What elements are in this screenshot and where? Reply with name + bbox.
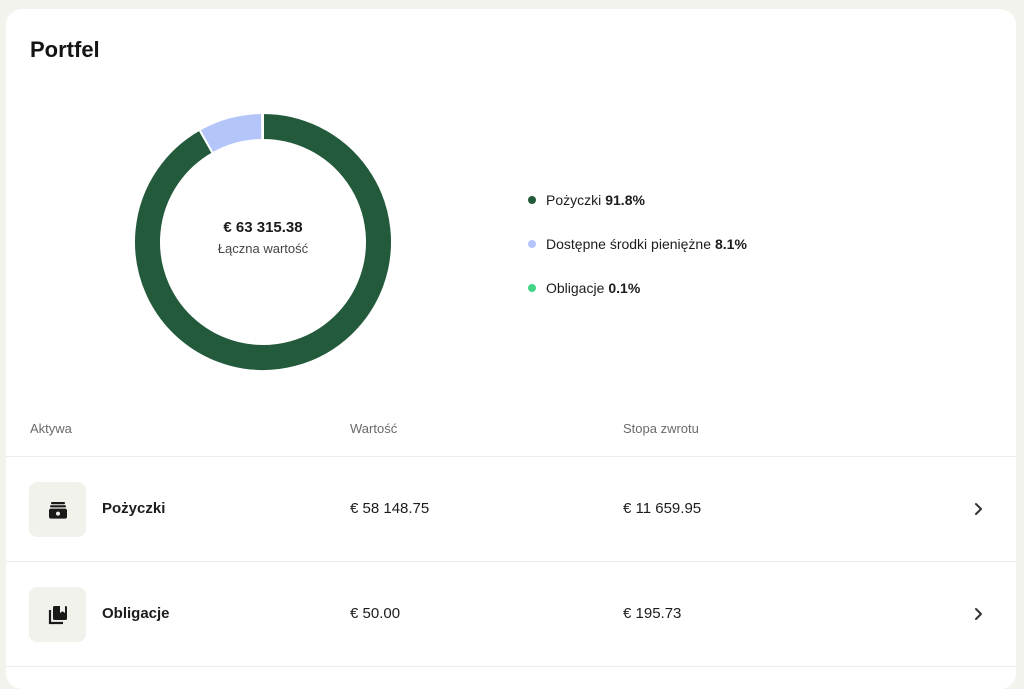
donut-center: € 63 315.38 Łączna wartość [134, 113, 392, 371]
asset-value: € 50.00 [350, 605, 401, 622]
legend-item-cash: Dostępne środki pieniężne 8.1% [528, 233, 747, 255]
chevron-right-icon[interactable] [972, 606, 986, 622]
wallet-icon [48, 501, 67, 519]
table-row-loans[interactable]: Pożyczki € 58 148.75 € 11 659.95 [6, 457, 1016, 562]
portfolio-card: Portfel € 63 315.38 Łączna wartość Pożyc… [6, 9, 1016, 689]
table-header: Aktywa Wartość Stopa zwrotu [6, 411, 1016, 457]
total-label: Łączna wartość [217, 240, 309, 256]
table-row-bonds[interactable]: Obligacje € 50.00 € 195.73 [6, 562, 1016, 667]
total-value: € 63 315.38 [223, 218, 303, 236]
asset-return: € 195.73 [623, 605, 682, 622]
legend-label: Obligacje [546, 280, 605, 296]
legend-percent: 8.1% [715, 236, 747, 252]
header-asset: Aktywa [30, 421, 72, 436]
row-icon-tile [29, 482, 86, 537]
chevron-right-icon[interactable] [972, 501, 986, 517]
legend-percent: 91.8% [605, 192, 645, 208]
legend-dot-icon [528, 284, 536, 292]
asset-value: € 58 148.75 [350, 500, 430, 517]
legend-item-loans: Pożyczki 91.8% [528, 189, 747, 211]
allocation-donut: € 63 315.38 Łączna wartość [134, 113, 392, 371]
legend-item-bonds: Obligacje 0.1% [528, 277, 747, 299]
asset-name: Pożyczki [102, 500, 166, 517]
legend-label: Pożyczki [546, 192, 602, 208]
legend-label: Dostępne środki pieniężne [546, 236, 711, 252]
bond-icon [48, 605, 67, 624]
asset-return: € 11 659.95 [623, 500, 702, 517]
legend-dot-icon [528, 240, 536, 248]
header-value: Wartość [350, 421, 398, 436]
legend-percent: 0.1% [608, 280, 641, 296]
header-return: Stopa zwrotu [623, 421, 699, 436]
allocation-legend: Pożyczki 91.8% Dostępne środki pieniężne… [528, 189, 747, 321]
asset-name: Obligacje [102, 605, 170, 622]
page-title: Portfel [30, 37, 100, 62]
legend-dot-icon [528, 196, 536, 204]
row-icon-tile [29, 587, 86, 642]
